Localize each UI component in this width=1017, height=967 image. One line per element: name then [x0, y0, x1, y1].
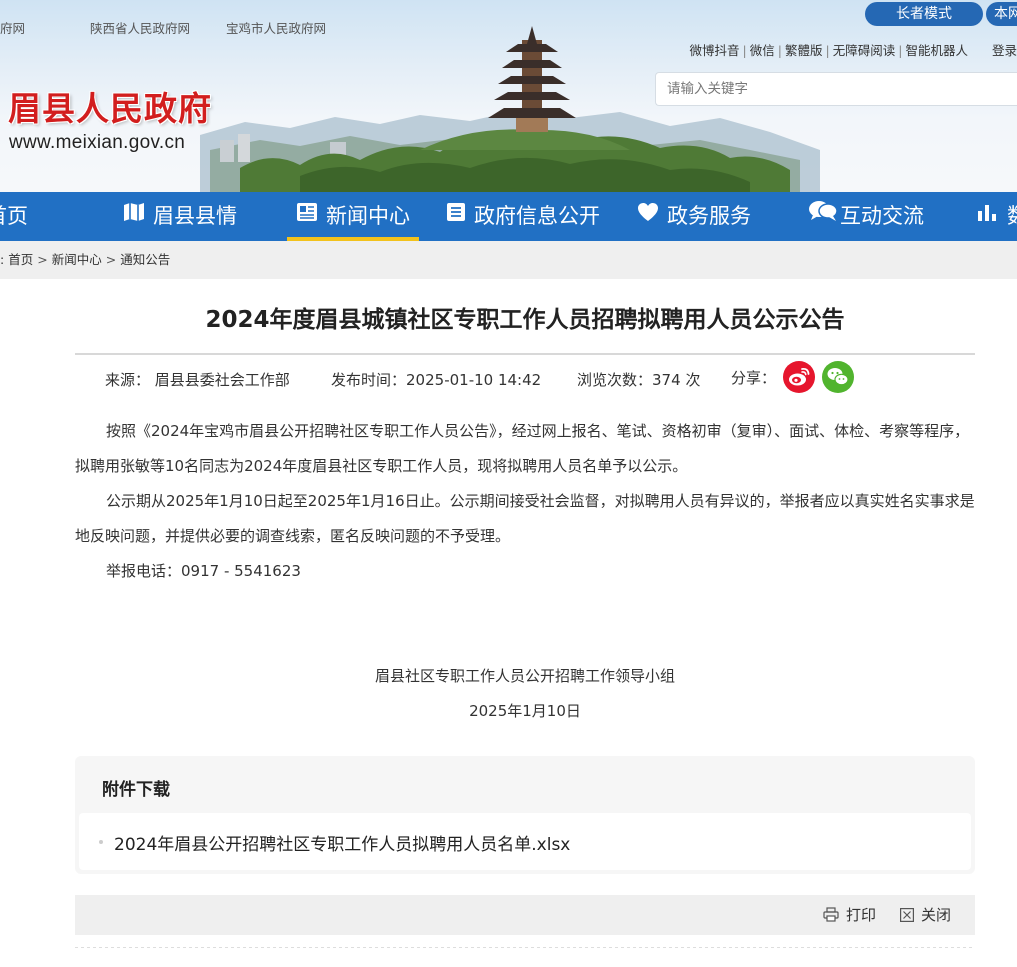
bullet-icon: [99, 840, 103, 844]
top-link-gov[interactable]: 府网: [0, 18, 25, 37]
attachment-section: 附件下载 2024年眉县公开招聘社区专职工作人员拟聘用人员名单.xlsx: [75, 756, 975, 874]
util-link-accessibility[interactable]: 无障碍阅读: [833, 43, 896, 58]
site-search-scope-button[interactable]: 本网: [986, 2, 1017, 26]
views-value: 374: [652, 371, 681, 389]
nav-item-label: 数: [1007, 204, 1017, 228]
nav-item-home[interactable]: 首页: [0, 192, 28, 241]
article-paragraph: 按照《2024年宝鸡市眉县公开招聘社区专职工作人员公告》，经过网上报名、笔试、资…: [75, 422, 970, 475]
print-button[interactable]: 打印: [823, 895, 876, 935]
util-link-weibo-douyin[interactable]: 微博抖音: [690, 43, 740, 58]
attachment-item: 2024年眉县公开招聘社区专职工作人员拟聘用人员名单.xlsx: [79, 813, 971, 870]
signature-date: 2025年1月10日: [469, 702, 581, 720]
weibo-icon: [789, 367, 810, 386]
views-unit: 次: [685, 371, 701, 389]
chat-icon: [808, 191, 838, 240]
main-nav: 首页 眉县县情 新闻中心 政府信息公开 政务服务 互动交流 数: [0, 192, 1017, 241]
elder-mode-button[interactable]: 长者模式: [865, 2, 983, 26]
article-body: 按照《2024年宝鸡市眉县公开招聘社区专职工作人员公告》，经过网上报名、笔试、资…: [75, 414, 975, 589]
list-icon: [446, 191, 466, 240]
site-header: 府网 陕西省人民政府网 宝鸡市人民政府网 眉县人民政府 www.meixian.…: [0, 0, 1017, 192]
nav-item-data[interactable]: 数: [977, 192, 1017, 241]
nav-item-label: 互动交流: [840, 204, 924, 228]
util-link-login[interactable]: 登录: [992, 43, 1017, 58]
source-label: 来源：: [105, 371, 151, 389]
nav-item-label: 政务服务: [667, 204, 751, 228]
article-views: 浏览次数：374 次: [577, 369, 700, 390]
article-paragraph: 公示期从2025年1月10日起至2025年1月16日止。公示期间接受社会监督，对…: [75, 492, 975, 545]
attachment-file-link[interactable]: 2024年眉县公开招聘社区专职工作人员拟聘用人员名单.xlsx: [114, 830, 570, 855]
bar-chart-icon: [977, 191, 999, 240]
utility-links: 微博抖音 | 微信 | 繁體版 | 无障碍阅读 | 智能机器人 登录: [689, 43, 1017, 58]
util-link-robot[interactable]: 智能机器人: [905, 43, 968, 58]
nav-item-county-info[interactable]: 眉县县情: [123, 192, 237, 241]
nav-item-label: 眉县县情: [153, 204, 237, 228]
map-icon: [123, 191, 145, 240]
source-value: 眉县县委社会工作部: [154, 371, 290, 389]
share-wechat-button[interactable]: [822, 361, 854, 393]
nav-item-label: 新闻中心: [326, 204, 410, 228]
breadcrumb: : 首页 > 新闻中心 > 通知公告: [0, 241, 1017, 279]
article-source: 来源： 眉县县委社会工作部: [105, 369, 290, 390]
nav-item-gov-info[interactable]: 政府信息公开: [446, 192, 600, 241]
wechat-icon: [827, 368, 849, 386]
nav-item-news-center[interactable]: 新闻中心: [287, 192, 419, 241]
attachment-title: 附件下载: [102, 780, 170, 800]
publish-label: 发布时间：: [331, 371, 407, 389]
share-weibo-button[interactable]: [783, 361, 815, 393]
nav-item-label: 首页: [0, 204, 28, 228]
footer-divider: [75, 947, 975, 948]
breadcrumb-news-center[interactable]: 新闻中心: [52, 252, 102, 267]
article-tools: 打印 关闭: [75, 895, 975, 935]
close-label: 关闭: [921, 906, 952, 924]
close-icon: [900, 907, 915, 922]
util-link-traditional[interactable]: 繁體版: [785, 43, 823, 58]
title-divider: [75, 353, 975, 355]
breadcrumb-home[interactable]: 首页: [8, 252, 33, 267]
top-link-shaanxi[interactable]: 陕西省人民政府网: [90, 18, 190, 37]
nav-item-services[interactable]: 政务服务: [637, 192, 751, 241]
views-label: 浏览次数：: [577, 371, 653, 389]
heart-icon: [637, 191, 659, 240]
publish-value: 2025-01-10 14:42: [406, 371, 542, 389]
search-input[interactable]: 请输入关键字: [655, 72, 1017, 106]
printer-icon: [823, 907, 839, 922]
signature-org: 眉县社区专职工作人员公开招聘工作领导小组: [374, 667, 675, 685]
breadcrumb-prefix: :: [0, 252, 5, 267]
news-icon: [296, 191, 318, 240]
top-link-baoji[interactable]: 宝鸡市人民政府网: [226, 18, 326, 37]
site-logo-title[interactable]: 眉县人民政府: [8, 82, 212, 130]
nav-item-interaction[interactable]: 互动交流: [808, 192, 924, 241]
print-label: 打印: [846, 906, 877, 924]
breadcrumb-notice[interactable]: 通知公告: [120, 252, 170, 267]
nav-item-label: 政府信息公开: [474, 204, 600, 228]
close-button[interactable]: 关闭: [900, 895, 951, 935]
share-label: 分享：: [731, 369, 777, 387]
article-title: 2024年度眉县城镇社区专职工作人员招聘拟聘用人员公示公告: [205, 307, 845, 333]
util-link-wechat[interactable]: 微信: [750, 43, 775, 58]
article-publish-time: 发布时间：2025-01-10 14:42: [331, 369, 541, 390]
article-report-phone: 举报电话：0917 - 5541623: [106, 562, 301, 580]
site-url: www.meixian.gov.cn: [9, 132, 186, 153]
